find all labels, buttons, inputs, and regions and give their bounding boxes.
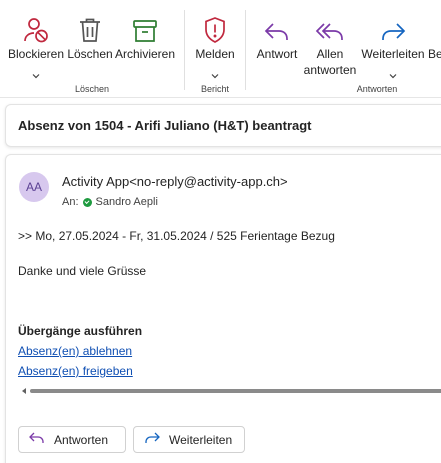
avatar[interactable]: AA bbox=[19, 172, 49, 202]
report-button[interactable]: Melden bbox=[190, 0, 240, 86]
archive-button[interactable]: Archivieren bbox=[113, 0, 177, 86]
forward-action-button[interactable]: Weiterleiten bbox=[133, 426, 245, 453]
group-label-delete: Löschen bbox=[74, 84, 110, 94]
overflow-label: Be bbox=[428, 47, 441, 61]
ribbon-toolbar: Blockieren Löschen Archivieren Löschen M… bbox=[0, 0, 441, 98]
message-card: AA Activity App<no-reply@activity-app.ch… bbox=[5, 154, 441, 463]
forward-icon bbox=[378, 0, 408, 44]
group-label-report: Bericht bbox=[200, 84, 230, 94]
presence-available-icon bbox=[82, 197, 92, 207]
reply-all-icon bbox=[315, 0, 345, 44]
reject-absence-link[interactable]: Absenz(en) ablehnen bbox=[18, 344, 132, 358]
horizontal-scrollbar[interactable] bbox=[18, 388, 441, 394]
reply-button[interactable]: Antwort bbox=[253, 0, 301, 86]
recipient-name[interactable]: Sandro Aepli bbox=[96, 196, 158, 208]
reply-action-label: Antworten bbox=[54, 432, 109, 447]
reply-label: Antwort bbox=[256, 47, 298, 61]
email-subject: Absenz von 1504 - Arifi Juliano (H&T) be… bbox=[18, 118, 312, 133]
trash-icon bbox=[77, 0, 103, 44]
group-divider bbox=[184, 10, 185, 90]
reply-icon bbox=[29, 432, 45, 447]
chevron-down-icon[interactable] bbox=[389, 66, 397, 84]
overflow-button[interactable]: Be bbox=[428, 0, 441, 86]
delete-label: Löschen bbox=[67, 47, 113, 61]
group-divider bbox=[245, 10, 246, 90]
archive-icon bbox=[131, 0, 159, 44]
scrollbar-thumb[interactable] bbox=[30, 389, 441, 393]
forward-label: Weiterleiten bbox=[361, 47, 425, 61]
chevron-down-icon[interactable] bbox=[32, 66, 40, 84]
reply-action-button[interactable]: Antworten bbox=[18, 426, 126, 453]
recipient-line: An: Sandro Aepli bbox=[62, 196, 158, 208]
reply-icon bbox=[262, 0, 292, 44]
subject-bar: Absenz von 1504 - Arifi Juliano (H&T) be… bbox=[5, 104, 441, 147]
forward-action-label: Weiterleiten bbox=[169, 432, 233, 447]
body-date-line: >> Mo, 27.05.2024 - Fr, 31.05.2024 / 525… bbox=[18, 229, 335, 243]
approve-absence-link[interactable]: Absenz(en) freigeben bbox=[18, 364, 133, 378]
block-button[interactable]: Blockieren bbox=[5, 0, 67, 86]
scroll-left-icon[interactable] bbox=[22, 388, 26, 394]
report-label: Melden bbox=[195, 47, 235, 61]
sender-name[interactable]: Activity App<no-reply@activity-app.ch> bbox=[62, 174, 288, 189]
section-heading: Übergänge ausführen bbox=[18, 324, 143, 338]
block-label: Blockieren bbox=[7, 47, 65, 61]
body-greeting: Danke und viele Grüsse bbox=[18, 264, 147, 278]
archive-label: Archivieren bbox=[114, 47, 176, 61]
forward-icon bbox=[144, 432, 160, 447]
to-label: An: bbox=[62, 196, 79, 208]
chevron-down-icon[interactable] bbox=[211, 66, 219, 84]
block-icon bbox=[22, 0, 50, 44]
shield-icon bbox=[203, 0, 227, 44]
group-label-respond: Antworten bbox=[356, 84, 398, 94]
forward-button[interactable]: Weiterleiten bbox=[360, 0, 426, 86]
reply-all-button[interactable]: Allen antworten bbox=[301, 0, 359, 86]
delete-button[interactable]: Löschen bbox=[67, 0, 113, 86]
reply-all-label: Allen antworten bbox=[303, 47, 357, 77]
